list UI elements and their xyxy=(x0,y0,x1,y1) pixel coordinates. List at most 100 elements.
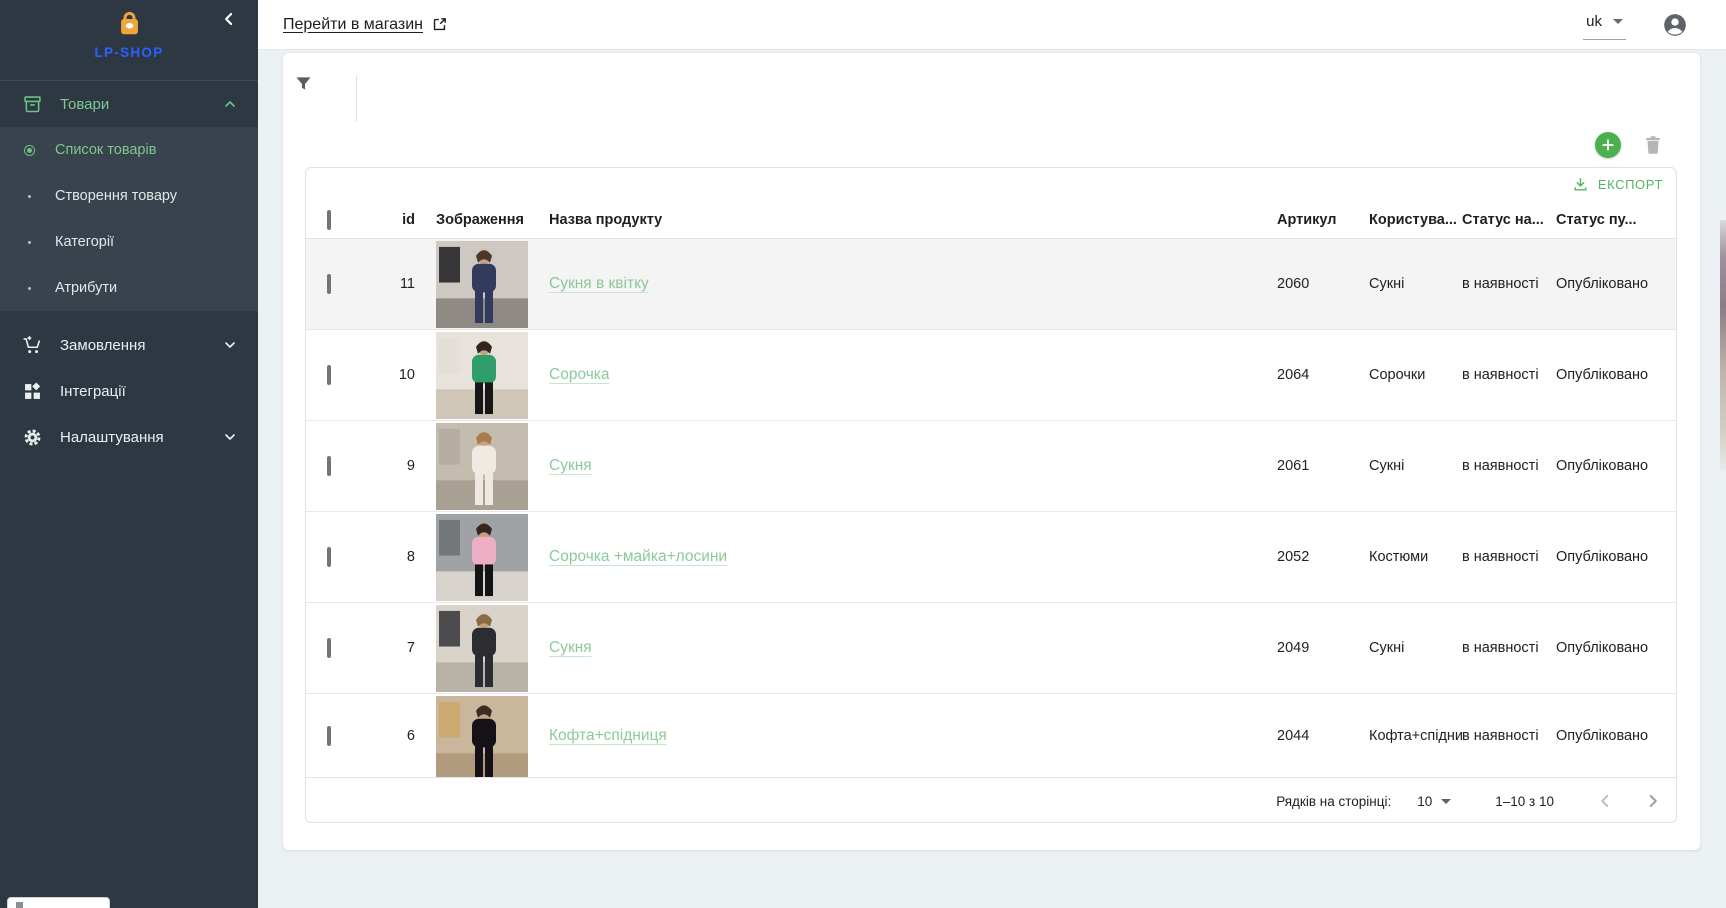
product-sku-cell: 2049 xyxy=(1272,640,1369,656)
chevron-down-icon xyxy=(222,337,238,353)
publish-status-cell: Опубліковано xyxy=(1556,367,1676,383)
row-checkbox[interactable] xyxy=(327,726,331,746)
product-photo xyxy=(436,696,528,777)
table-row: 9 Сукня 2061Сукнів наявностіОпубліковано xyxy=(306,421,1676,512)
shopping-bag-logo-icon xyxy=(116,10,143,37)
page-next-icon[interactable] xyxy=(1642,790,1664,812)
row-checkbox[interactable] xyxy=(327,365,331,385)
screen-edge-artifact xyxy=(1720,220,1726,470)
product-sku-cell: 2044 xyxy=(1272,728,1369,744)
column-header: Статус пу... xyxy=(1556,212,1676,228)
sidebar-item-products[interactable]: Товари xyxy=(0,81,258,127)
trash-icon xyxy=(1641,133,1665,157)
rows-per-page-select[interactable]: 10 xyxy=(1417,794,1451,809)
publish-status-cell: Опубліковано xyxy=(1556,640,1676,656)
products-card: ЕКСПОРТ idЗображенняНазва продуктуАртику… xyxy=(283,53,1700,850)
sidebar-item-create-product[interactable]: Створення товару xyxy=(0,173,258,219)
inventory-box-icon xyxy=(22,94,43,115)
column-header: id xyxy=(358,212,421,228)
product-name-link[interactable]: Кофта+спідниця xyxy=(549,727,667,744)
publish-status-cell: Опубліковано xyxy=(1556,728,1676,744)
language-select[interactable]: uk xyxy=(1583,9,1626,40)
product-name-link[interactable]: Сукня в квітку xyxy=(549,275,649,292)
row-checkbox[interactable] xyxy=(327,274,331,294)
product-sku-cell: 2052 xyxy=(1272,549,1369,565)
product-thumbnail[interactable] xyxy=(436,241,528,328)
product-image-cell xyxy=(421,239,528,329)
product-id-cell: 7 xyxy=(358,640,421,656)
main-area: Перейти в магазин uk xyxy=(258,0,1726,908)
chevron-down-icon xyxy=(222,429,238,445)
export-button[interactable]: ЕКСПОРТ xyxy=(306,168,1676,201)
product-image-cell xyxy=(421,603,528,693)
add-shopping-cart-icon xyxy=(22,335,43,356)
product-sku-cell: 2060 xyxy=(1272,276,1369,292)
download-icon xyxy=(1572,176,1589,193)
sidebar-item-orders[interactable]: Замовлення xyxy=(0,322,258,368)
sidebar: LP-SHOP Товари xyxy=(0,0,258,908)
product-thumbnail[interactable] xyxy=(436,696,528,777)
column-header: Статус на... xyxy=(1462,212,1556,228)
product-thumbnail[interactable] xyxy=(436,605,528,692)
product-name-cell: Сукня в квітку xyxy=(528,275,1272,293)
product-name-cell: Сукня xyxy=(528,457,1272,475)
product-name-cell: Сукня xyxy=(528,639,1272,657)
account-circle-icon[interactable] xyxy=(1662,12,1688,38)
product-photo xyxy=(436,241,528,328)
product-thumbnail[interactable] xyxy=(436,514,528,601)
product-name-link[interactable]: Сукня xyxy=(549,457,592,474)
product-name-link[interactable]: Сукня xyxy=(549,639,592,656)
product-id-cell: 6 xyxy=(358,728,421,744)
delete-selected-button[interactable] xyxy=(1641,133,1665,157)
app-canvas: LP-SHOP Товари xyxy=(0,0,1726,908)
topbar: Перейти в магазин uk xyxy=(258,0,1726,50)
select-all-checkbox[interactable] xyxy=(327,210,331,230)
product-sku-cell: 2061 xyxy=(1272,458,1369,474)
sidebar-item-categories[interactable]: Категорії xyxy=(0,219,258,265)
product-sku-cell: 2064 xyxy=(1272,367,1369,383)
product-category-cell: Сукні xyxy=(1369,276,1462,292)
column-header: Користува... xyxy=(1369,212,1462,228)
row-checkbox[interactable] xyxy=(327,456,331,476)
sidebar-item-label: Товари xyxy=(60,96,109,113)
go-to-store-link[interactable]: Перейти в магазин xyxy=(283,16,448,34)
product-name-link[interactable]: Сорочка xyxy=(549,366,610,383)
table-row: 11Сукня в квітку2060Сукнів наявностіОпуб… xyxy=(306,239,1676,330)
publish-status-cell: Опубліковано xyxy=(1556,458,1676,474)
dot-bullet-icon xyxy=(20,187,38,205)
filter-button[interactable] xyxy=(293,73,317,97)
stock-status-cell: в наявності xyxy=(1462,367,1556,383)
sidebar-collapse-button[interactable] xyxy=(219,9,241,31)
table-row: 6Кофта+спідниця2044Кофта+спідницв наявно… xyxy=(306,694,1676,777)
stock-status-cell: в наявності xyxy=(1462,458,1556,474)
table-row: 7Сукня2049Сукнів наявностіОпубліковано xyxy=(306,603,1676,694)
external-link-icon xyxy=(431,16,448,33)
widgets-icon xyxy=(22,381,43,402)
sidebar-item-integrations[interactable]: Інтеграції xyxy=(0,368,258,414)
row-checkbox[interactable] xyxy=(327,547,331,567)
products-submenu: Список товарів Створення товару Категорі… xyxy=(0,127,258,311)
caret-down-icon xyxy=(1613,19,1623,24)
sidebar-item-settings[interactable]: Налаштування xyxy=(0,414,258,460)
stock-status-cell: в наявності xyxy=(1462,276,1556,292)
product-photo xyxy=(436,605,528,692)
publish-status-cell: Опубліковано xyxy=(1556,549,1676,565)
tooltip-glyph-icon xyxy=(16,902,23,908)
product-image-cell xyxy=(421,694,528,777)
product-category-cell: Сукні xyxy=(1369,458,1462,474)
dot-bullet-icon xyxy=(20,279,38,297)
product-thumbnail[interactable] xyxy=(436,332,528,419)
product-photo xyxy=(436,514,528,601)
sidebar-item-product-list[interactable]: Список товарів xyxy=(0,127,258,173)
stock-status-cell: в наявності xyxy=(1462,549,1556,565)
row-checkbox-cell xyxy=(306,458,358,474)
chevron-left-icon xyxy=(219,9,239,29)
product-id-cell: 9 xyxy=(358,458,421,474)
add-product-button[interactable] xyxy=(1595,132,1621,158)
sidebar-item-label: Налаштування xyxy=(60,429,164,446)
page-prev-icon[interactable] xyxy=(1594,790,1616,812)
sidebar-item-attributes[interactable]: Атрибути xyxy=(0,265,258,311)
product-name-link[interactable]: Сорочка +майка+лосини xyxy=(549,548,727,565)
row-checkbox[interactable] xyxy=(327,638,331,658)
product-thumbnail[interactable] xyxy=(436,423,528,510)
